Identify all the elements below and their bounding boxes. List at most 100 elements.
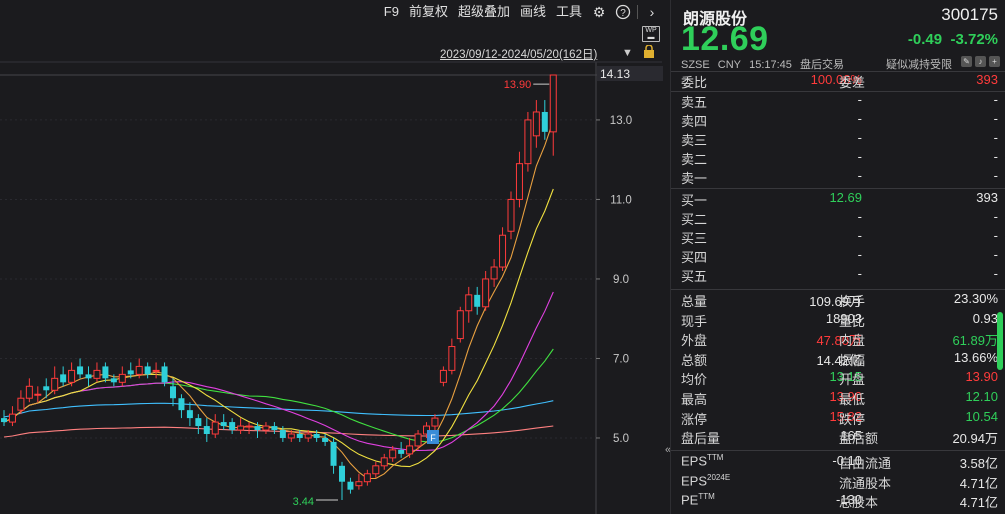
candle-body: [279, 430, 286, 438]
bid-price: 12.69: [829, 190, 862, 205]
candle-body: [372, 465, 380, 475]
candle-body: [490, 266, 498, 280]
ma10-line: [3, 188, 554, 468]
ask-row: 卖三 - -: [681, 130, 998, 148]
bid-volume: -: [993, 266, 998, 281]
candle-body: [1, 418, 7, 423]
candle-body: [102, 366, 109, 379]
candle-body: [431, 417, 439, 427]
lock-icon[interactable]: [643, 45, 655, 58]
candle-body: [330, 441, 337, 466]
bid-row: 买一 12.69 393: [681, 190, 998, 208]
ask-price: -: [857, 149, 862, 164]
weicha-value: 393: [976, 72, 998, 87]
event-marker-f-label: F: [430, 433, 436, 443]
ask-price: -: [857, 130, 862, 145]
stat-value: 0.93: [972, 310, 998, 326]
candle-body: [186, 410, 193, 419]
bid-volume: -: [993, 209, 998, 224]
stock-code: 300175: [941, 5, 998, 24]
quote-panel: 朗源股份 300175 12.69 -0.49 -3.72% SZSE CNY …: [670, 0, 1005, 514]
candle-body: [127, 370, 134, 375]
candle-body: [51, 377, 59, 391]
top-price-label: 14.13: [600, 67, 630, 81]
candle-body: [135, 365, 143, 375]
toolbar-overlay[interactable]: 超级叠加: [453, 0, 515, 24]
candle-body: [532, 111, 540, 137]
candle-body: [17, 397, 25, 411]
candle-body: [271, 426, 278, 431]
candle-body: [482, 278, 490, 308]
bid-row: 买四 - -: [681, 247, 998, 265]
chart-toolbar: F9 前复权 超级叠加 画线 工具 ⚙ ? ›: [0, 0, 664, 24]
market-info: SZSE CNY 15:17:45 盘后交易 疑似减持受限: [681, 56, 957, 72]
ask-row: 卖四 - -: [681, 111, 998, 129]
bid-volume: 393: [976, 190, 998, 205]
candle-body: [507, 198, 515, 232]
plus-icon[interactable]: +: [989, 56, 1000, 67]
gear-icon[interactable]: ⚙: [587, 0, 611, 24]
candle-body: [313, 434, 320, 438]
stat-value: 61.89万: [952, 333, 998, 349]
panel-mini-icons: ✎ ♪ +: [961, 56, 1000, 67]
kline-chart[interactable]: 5.0 7.0 9.0 11.0 13.0 14.13 13.90 3.44 F: [0, 0, 664, 514]
candle-body: [144, 366, 151, 375]
candle-body: [25, 385, 33, 399]
min-price-label: 3.44: [293, 496, 314, 508]
candle-body: [170, 386, 176, 399]
ask-row: 卖五 - -: [681, 92, 998, 110]
dropdown-triangle-icon[interactable]: ▼: [622, 47, 633, 59]
candle-body: [8, 413, 16, 423]
axis-tick-label: 5.0: [613, 433, 629, 445]
help-icon[interactable]: ?: [611, 0, 635, 24]
candle-body: [161, 366, 168, 383]
toolbar-draw[interactable]: 画线: [515, 0, 551, 24]
panel-scrollbar[interactable]: [997, 312, 1003, 370]
candle-body: [406, 445, 414, 455]
session-label: 盘后交易: [799, 59, 844, 71]
stat-value: 20.94万: [952, 431, 998, 447]
candle-body: [203, 426, 210, 435]
stat-row: 现手 18903 量比 0.93: [681, 310, 998, 329]
candle-body: [245, 425, 253, 428]
bid-price: -: [857, 266, 862, 281]
fund-value: 4.71亿: [959, 495, 998, 510]
axis-tick-label: 13.0: [610, 115, 632, 127]
candle-body: [110, 378, 117, 383]
weibi-row: 委比 100.00% 委差 393: [681, 72, 998, 90]
market-label: SZSE: [681, 59, 710, 71]
candle-body: [152, 369, 160, 372]
edit-icon[interactable]: ✎: [961, 56, 972, 67]
bell-icon[interactable]: ♪: [975, 56, 986, 67]
candle-body: [380, 457, 388, 467]
bid-volume: -: [993, 228, 998, 243]
quote-time: 15:17:45: [749, 59, 792, 71]
ask-volume: -: [993, 168, 998, 183]
bid-row: 买二 - -: [681, 209, 998, 227]
toolbar-adjust[interactable]: 前复权: [404, 0, 453, 24]
stat-value: 12.10: [965, 389, 998, 404]
kline-chart-area[interactable]: 5.0 7.0 9.0 11.0 13.0 14.13 13.90 3.44 F F9 前复权 …: [0, 0, 671, 514]
bid-price: -: [857, 228, 862, 243]
chevron-right-icon[interactable]: ›: [640, 0, 664, 24]
stat-row: 最高 13.90 最低 12.10: [681, 389, 998, 407]
candle-body: [262, 425, 270, 431]
change-percent: -3.72%: [950, 31, 998, 48]
stat-row: 涨停 15.82 跌停 10.54: [681, 408, 998, 427]
candle-body: [448, 346, 456, 371]
wp-icon[interactable]: WP ▬: [642, 26, 660, 42]
candle-body: [237, 425, 245, 431]
ask-volume: -: [993, 149, 998, 164]
candle-body: [34, 393, 42, 396]
price-change: -0.49 -3.72%: [908, 31, 998, 48]
candle-body: [118, 373, 126, 383]
candle-body: [304, 433, 312, 439]
bid-row: 买五 - -: [681, 266, 998, 284]
stat-row: 总额 14.42亿 振幅 13.66%: [681, 349, 998, 368]
candle-body: [549, 74, 557, 133]
date-range-selector[interactable]: 2023/09/12-2024/05/20(162日): [440, 46, 597, 62]
toolbar-f9[interactable]: F9: [379, 0, 404, 24]
toolbar-tools[interactable]: 工具: [551, 0, 587, 24]
candle-body: [93, 369, 101, 379]
ma60-line: [3, 400, 554, 418]
